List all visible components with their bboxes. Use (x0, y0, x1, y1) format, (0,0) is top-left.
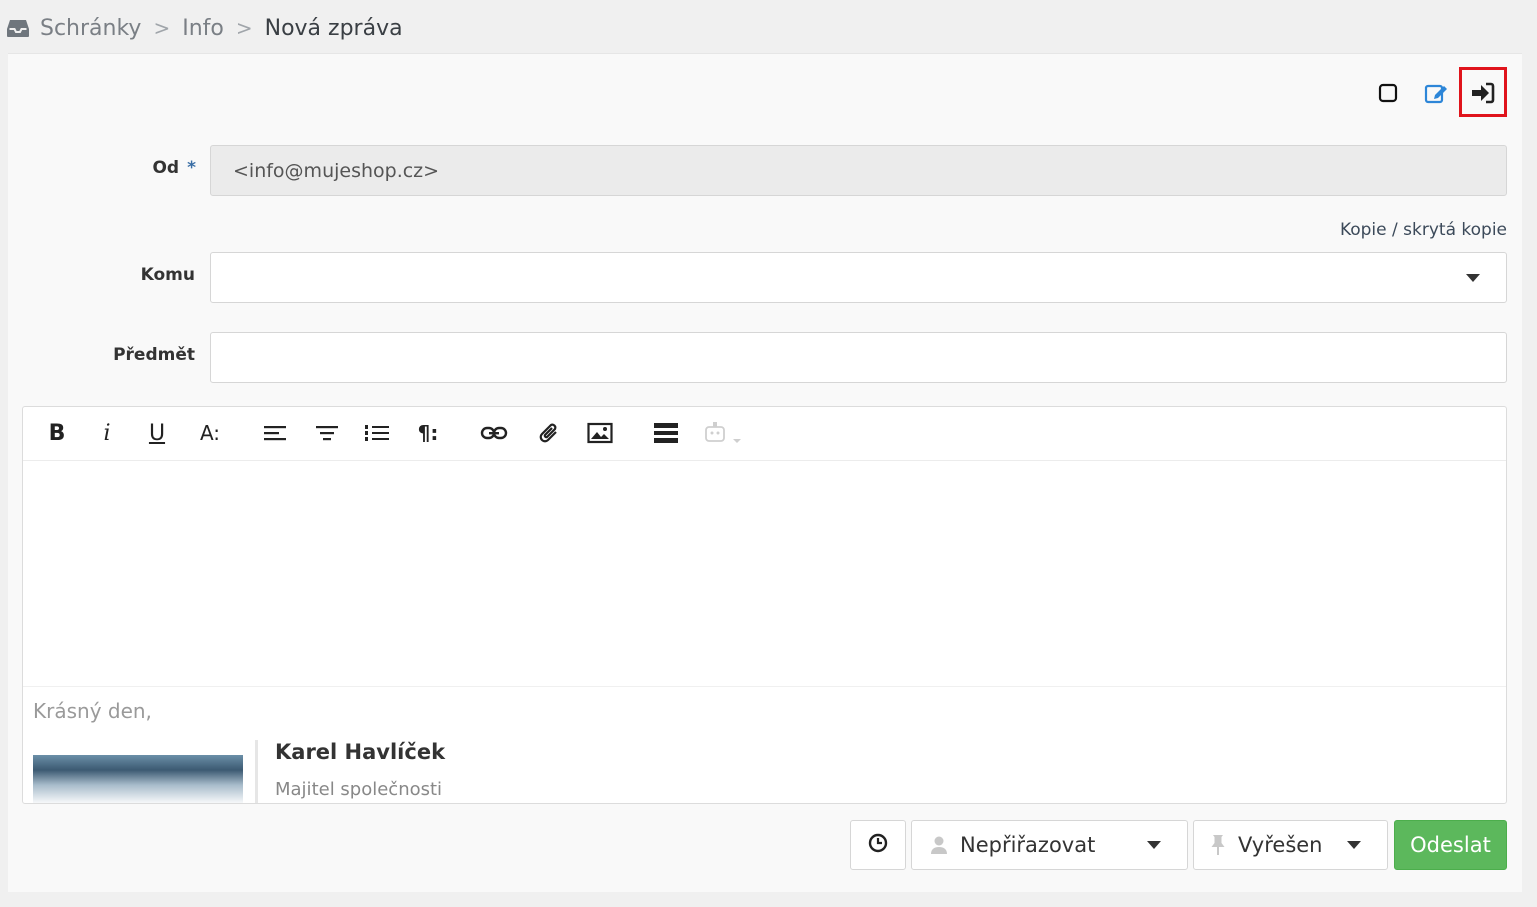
assign-label: Nepřiřazovat (960, 833, 1096, 857)
subject-input[interactable] (211, 333, 1506, 382)
to-input[interactable] (211, 253, 1506, 302)
to-field[interactable] (210, 252, 1507, 303)
paragraph-icon[interactable]: ¶: (413, 419, 443, 447)
from-input (211, 146, 1506, 195)
breadcrumb-item-info[interactable]: Info (182, 16, 224, 41)
from-field (210, 145, 1507, 196)
chevron-down-icon[interactable] (1466, 274, 1480, 282)
chevron-down-icon (1147, 841, 1161, 849)
robot-icon[interactable] (701, 419, 745, 447)
image-icon[interactable] (585, 419, 615, 447)
edit-icon[interactable] (1421, 77, 1453, 109)
underline-icon[interactable]: U (145, 419, 169, 447)
signature-role: Majitel společnosti (275, 779, 443, 800)
subject-field[interactable] (210, 332, 1507, 383)
user-icon (930, 835, 948, 855)
message-editor[interactable]: B i U A: ¶: Krásný den, Karel Havlíček M… (22, 406, 1507, 804)
clock-icon (868, 833, 888, 858)
signature-greeting: Krásný den, (33, 699, 152, 723)
signature-photo (33, 755, 243, 803)
square-outline-icon[interactable] (1372, 77, 1404, 109)
to-label: Komu (140, 265, 195, 285)
assign-select[interactable]: Nepřiřazovat (911, 820, 1188, 870)
schedule-button[interactable] (850, 820, 906, 870)
send-button[interactable]: Odeslat (1394, 820, 1507, 870)
from-label: Od * (152, 158, 196, 178)
italic-icon[interactable]: i (95, 419, 119, 447)
breadcrumb-item-current: Nová zpráva (264, 15, 403, 41)
chevron-down-icon (1347, 841, 1361, 849)
attachment-icon[interactable] (535, 419, 563, 447)
signature-divider (255, 740, 258, 803)
status-select[interactable]: Vyřešen (1193, 820, 1388, 870)
template-icon[interactable] (651, 419, 681, 447)
status-label: Vyřešen (1238, 833, 1323, 857)
signature-name: Karel Havlíček (275, 740, 446, 764)
breadcrumb-separator: > (235, 16, 253, 40)
breadcrumb-item-schranky[interactable]: Schránky (40, 16, 141, 41)
cc-bcc-link[interactable]: Kopie / skrytá kopie (1300, 220, 1507, 240)
editor-toolbar: B i U A: ¶: (23, 407, 1506, 461)
font-size-icon[interactable]: A: (195, 419, 225, 447)
breadcrumb: Schránky > Info > Nová zpráva (6, 12, 403, 44)
align-left-icon[interactable] (261, 419, 289, 447)
editor-content[interactable] (23, 460, 1506, 687)
inbox-icon (6, 17, 30, 39)
bold-icon[interactable]: B (43, 419, 71, 447)
link-icon[interactable] (479, 419, 509, 447)
ordered-list-icon[interactable] (363, 419, 391, 447)
breadcrumb-separator: > (153, 16, 171, 40)
highlight-box (1459, 67, 1507, 117)
subject-label: Předmět (113, 345, 195, 365)
pin-icon (1210, 834, 1226, 856)
align-center-icon[interactable] (313, 419, 341, 447)
